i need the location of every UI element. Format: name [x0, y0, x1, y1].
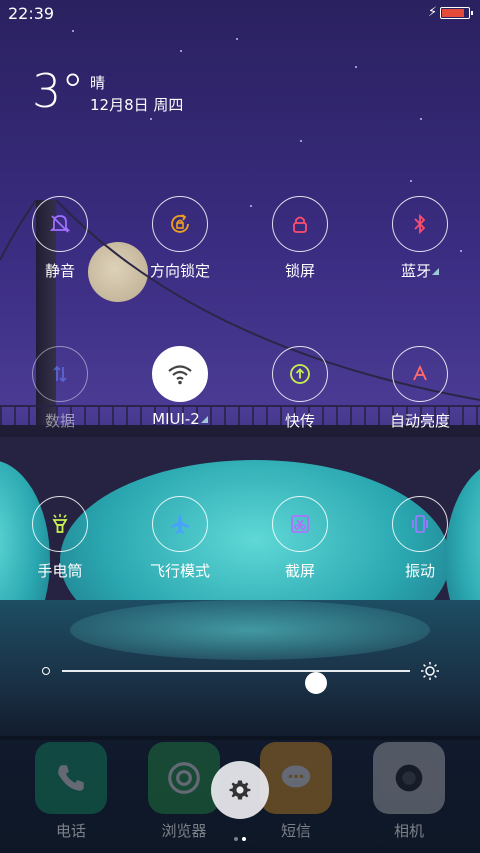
brightness-slider[interactable] [40, 658, 440, 694]
toggle-mobile-data[interactable]: 数据 [0, 346, 120, 431]
dock-app-label: 电话 [55, 822, 86, 840]
status-bar: 22:39 ⚡ [0, 0, 480, 28]
toggle-label: 手电筒 [37, 562, 83, 580]
screenshot-icon [291, 515, 309, 533]
toggle-label: 锁屏 [284, 262, 315, 280]
toggle-label: 振动 [404, 562, 435, 580]
toggle-vibrate[interactable]: 振动 [360, 496, 480, 581]
toggle-wifi[interactable]: MIUI-2 [120, 346, 240, 428]
toggle-label: 快传 [284, 412, 315, 430]
brightness-track[interactable] [62, 670, 410, 694]
toggle-mute-circle[interactable] [32, 196, 88, 252]
dock-app-label: 短信 [280, 822, 311, 840]
toggle-airplane-mode[interactable]: 飞行模式 [120, 496, 240, 581]
toggle-airplane-mode-circle[interactable] [152, 496, 208, 552]
page-dot-active [242, 837, 246, 841]
toggle-lock-screen-circle[interactable] [272, 196, 328, 252]
rotation-lock-icon [171, 214, 189, 233]
dock-app-label: 相机 [393, 822, 424, 840]
more-indicator-icon [432, 268, 439, 275]
toggle-quick-share[interactable]: 快传 [240, 346, 360, 431]
clock: 22:39 [8, 4, 55, 23]
dock-app-phone[interactable]: 电话 [21, 742, 121, 841]
settings-button[interactable] [211, 761, 269, 819]
camera-icon [373, 742, 445, 814]
brightness-low-icon [42, 667, 50, 675]
river-reflection [70, 600, 430, 660]
toggle-label: 数据 [44, 412, 75, 430]
dock-app-label: 浏览器 [161, 822, 207, 840]
toggle-bluetooth-circle[interactable] [392, 196, 448, 252]
wifi-icon [168, 365, 192, 385]
lock-icon [293, 216, 307, 233]
bell-off-icon [49, 215, 71, 233]
toggle-quick-share-circle[interactable] [272, 346, 328, 402]
data-arrows-icon [53, 365, 67, 383]
toggle-label: 飞行模式 [149, 562, 210, 580]
phone-icon [35, 742, 107, 814]
toggle-mobile-data-circle[interactable] [32, 346, 88, 402]
toggle-label-text: MIUI-2 [152, 410, 200, 428]
dock-app-camera[interactable]: 相机 [359, 742, 459, 841]
page-indicator [232, 826, 248, 845]
toggle-rotation-lock-circle[interactable] [152, 196, 208, 252]
lightning-icon: ⚡ [428, 5, 438, 20]
toggle-vibrate-circle[interactable] [392, 496, 448, 552]
airplane-icon [171, 515, 189, 534]
toggle-screenshot[interactable]: 截屏 [240, 496, 360, 581]
toggle-label: 静音 [44, 262, 75, 280]
toggle-label: 方向锁定 [149, 262, 210, 280]
toggle-label: 自动亮度 [389, 412, 450, 430]
gear-icon [229, 780, 251, 800]
toggle-auto-brightness-circle[interactable] [392, 346, 448, 402]
toggle-wifi-circle[interactable] [152, 346, 208, 402]
toggle-label: 蓝牙 [360, 260, 480, 281]
flashlight-icon [52, 514, 68, 533]
more-indicator-icon [200, 416, 208, 423]
battery-icon [440, 7, 473, 19]
toggle-label-text: 蓝牙 [400, 262, 431, 280]
upload-icon [290, 364, 310, 384]
toggle-flashlight-circle[interactable] [32, 496, 88, 552]
browser-icon [148, 742, 220, 814]
toggle-label: 截屏 [284, 562, 315, 580]
vibrate-icon [412, 515, 428, 533]
message-icon [260, 742, 332, 814]
date: 12月8日 周四 [90, 96, 184, 114]
toggle-screenshot-circle[interactable] [272, 496, 328, 552]
battery-level [442, 9, 464, 17]
toggle-lock-screen[interactable]: 锁屏 [240, 196, 360, 281]
toggle-label: MIUI-2 [120, 410, 240, 428]
bluetooth-icon [414, 213, 426, 235]
toggle-auto-brightness[interactable]: 自动亮度 [360, 346, 480, 431]
toggle-rotation-lock[interactable]: 方向锁定 [120, 196, 240, 281]
weather-widget[interactable]: 3° 晴 12月8日 周四 [32, 64, 183, 118]
letter-a-icon [413, 364, 427, 381]
toggle-flashlight[interactable]: 手电筒 [0, 496, 120, 581]
page-dot [234, 837, 238, 841]
sun-icon [421, 662, 439, 680]
brightness-thumb[interactable] [305, 672, 328, 694]
toggle-bluetooth[interactable]: 蓝牙 [360, 196, 480, 281]
weather-condition: 晴 [90, 74, 106, 92]
toggle-mute[interactable]: 静音 [0, 196, 120, 281]
temperature: 3° [32, 64, 85, 118]
